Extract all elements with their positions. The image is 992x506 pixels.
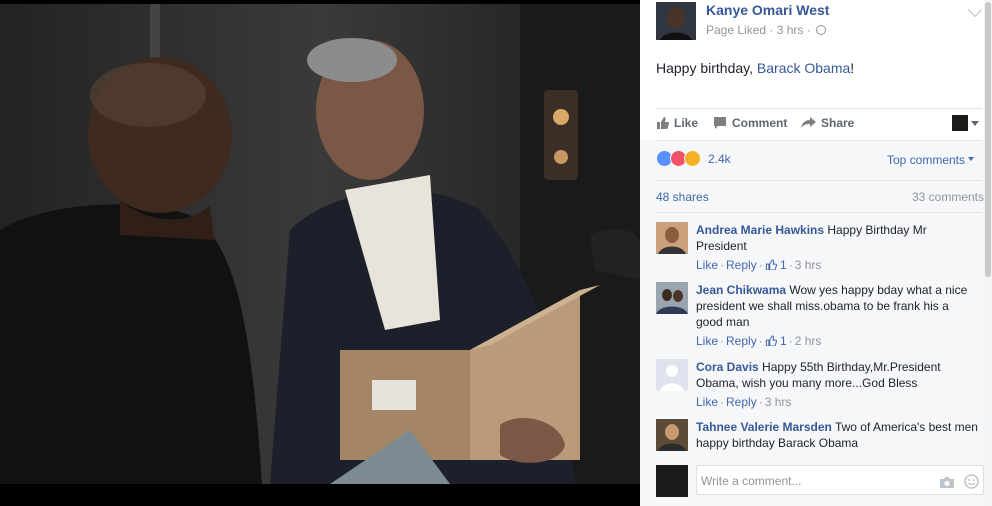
comment-reply-link[interactable]: Reply: [726, 258, 757, 272]
commenter-name[interactable]: Tahnee Valerie Marsden: [696, 420, 832, 434]
comment-actions: Like · Reply · 1 · 3 hrs: [696, 258, 822, 272]
post-message: Happy birthday, Barack Obama!: [656, 60, 854, 76]
page-avatar-small[interactable]: [952, 115, 968, 131]
chevron-down-icon[interactable]: [967, 2, 983, 18]
post-text-suffix: !: [850, 60, 855, 76]
comment-item: Tahnee Valerie Marsden Two of America's …: [656, 419, 982, 458]
author-avatar-image: [656, 2, 696, 40]
divider: [656, 212, 982, 213]
comment-reply-link[interactable]: Reply: [726, 395, 757, 409]
comment-like-link[interactable]: Like: [696, 258, 718, 272]
comment-label: Comment: [732, 116, 788, 130]
post-photo[interactable]: [0, 0, 640, 506]
photo-viewer: Kanye Omari West Page Liked · 3 hrs · Ha…: [0, 0, 992, 506]
comment-composer: Write a comment...: [640, 458, 984, 506]
thumbs-up-icon: [765, 335, 777, 347]
chevron-down-icon[interactable]: [971, 121, 979, 126]
commenter-avatar[interactable]: [656, 359, 688, 391]
current-user-avatar: [656, 465, 688, 497]
wow-reaction-icon: [684, 150, 701, 167]
commenter-name[interactable]: Cora Davis: [696, 360, 759, 374]
comment-input-placeholder: Write a comment...: [701, 474, 802, 488]
post-actions: Like Comment Share: [656, 112, 982, 138]
thumbs-up-icon: [765, 259, 777, 271]
comment-like-link[interactable]: Like: [696, 334, 718, 348]
comment-time[interactable]: 3 hrs: [765, 395, 792, 409]
comment-body: Cora Davis Happy 55th Birthday,Mr.Presid…: [696, 359, 978, 391]
photo-image: [0, 0, 640, 506]
comment-button[interactable]: Comment: [713, 116, 787, 130]
shares-link[interactable]: 48 shares: [656, 190, 709, 204]
author-avatar[interactable]: [656, 2, 696, 40]
commenter-avatar-image: [656, 222, 688, 254]
comments-count[interactable]: 33 comments: [912, 190, 984, 204]
like-button[interactable]: Like: [656, 116, 698, 130]
share-icon: [801, 117, 816, 128]
post-side-panel: Kanye Omari West Page Liked · 3 hrs · Ha…: [640, 0, 992, 506]
commenter-avatar[interactable]: [656, 222, 688, 254]
comment-like-count[interactable]: 1: [780, 334, 787, 348]
globe-icon[interactable]: [816, 25, 827, 35]
commenter-name[interactable]: Jean Chikwama: [696, 283, 786, 297]
post-text-prefix: Happy birthday,: [656, 60, 757, 76]
comment-time[interactable]: 3 hrs: [795, 258, 822, 272]
chevron-down-icon: [968, 157, 974, 161]
comment-body: Andrea Marie Hawkins Happy Birthday Mr P…: [696, 222, 978, 254]
post-header: Kanye Omari West Page Liked · 3 hrs ·: [656, 2, 983, 42]
share-button[interactable]: Share: [801, 116, 854, 130]
divider: [656, 180, 982, 181]
like-label: Like: [674, 116, 699, 130]
comments-scrollbar[interactable]: [984, 0, 992, 506]
post-meta-text: Page Liked · 3 hrs ·: [706, 23, 811, 37]
comment-actions: Like · Reply · 3 hrs: [696, 395, 792, 409]
compose-icons: [939, 474, 979, 492]
divider: [656, 108, 982, 109]
comment-input[interactable]: Write a comment...: [696, 465, 984, 495]
comment-actions: Like · Reply · 1 · 2 hrs: [696, 334, 822, 348]
author-name[interactable]: Kanye Omari West: [706, 2, 829, 18]
top-comments-dropdown[interactable]: Top comments: [887, 153, 974, 167]
comment-time[interactable]: 2 hrs: [795, 334, 822, 348]
comment-body: Tahnee Valerie Marsden Two of America's …: [696, 419, 978, 451]
commenter-name[interactable]: Andrea Marie Hawkins: [696, 223, 824, 237]
commenter-avatar[interactable]: [656, 419, 688, 451]
default-avatar-icon: [656, 359, 688, 391]
share-label: Share: [821, 116, 855, 130]
comment-icon: [714, 117, 726, 129]
camera-icon[interactable]: [939, 476, 955, 489]
comment-like-link[interactable]: Like: [696, 395, 718, 409]
tagged-person-link[interactable]: Barack Obama: [757, 60, 850, 76]
commenter-avatar-image: [656, 419, 688, 451]
commenter-avatar-image: [656, 282, 688, 314]
post-meta: Page Liked · 3 hrs ·: [706, 23, 827, 37]
sticker-icon[interactable]: [964, 474, 979, 489]
commenter-avatar[interactable]: [656, 282, 688, 314]
reaction-count[interactable]: 2.4k: [708, 152, 731, 166]
comment-like-count[interactable]: 1: [780, 258, 787, 272]
divider: [656, 140, 982, 141]
scrollbar-thumb[interactable]: [985, 2, 991, 277]
thumbs-up-icon: [657, 117, 670, 129]
top-comments-label: Top comments: [886, 153, 965, 167]
comment-body: Jean Chikwama Wow yes happy bday what a …: [696, 282, 978, 330]
comment-reply-link[interactable]: Reply: [726, 334, 757, 348]
